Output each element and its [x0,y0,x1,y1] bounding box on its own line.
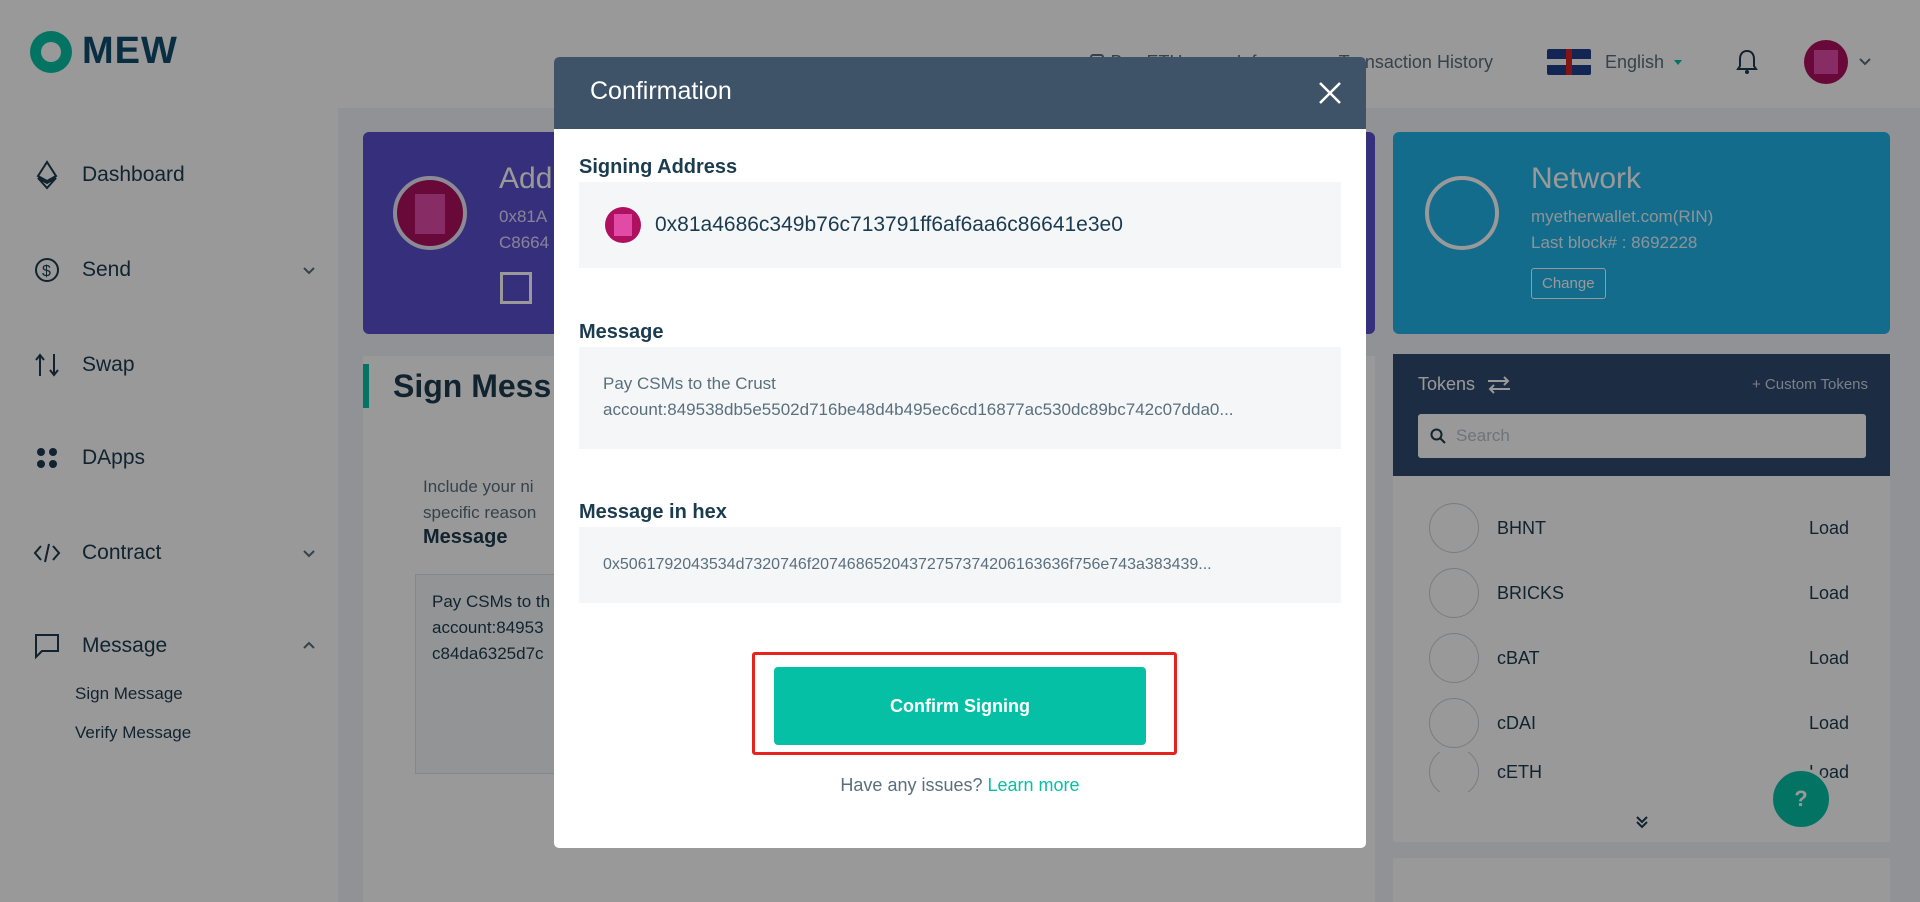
message-hex-label: Message in hex [579,501,727,523]
signing-address-box: 0x81a4686c349b76c713791ff6af6aa6c86641e3… [579,182,1341,268]
message-line-2: account:849538db5e5502d716be48d4b495ec6c… [603,400,1234,419]
signing-address-label: Signing Address [579,156,738,178]
confirm-signing-button[interactable]: Confirm Signing [774,667,1146,745]
modal-title: Confirmation [590,77,732,105]
modal-header: Confirmation [554,57,1366,129]
message-hex-value: 0x5061792043534d7320746f2074686520437275… [603,556,1212,573]
confirmation-modal: Confirmation Signing Address 0x81a4686c3… [554,57,1366,848]
message-box: Pay CSMs to the Crust account:849538db5e… [579,347,1341,449]
message-line-1: Pay CSMs to the Crust [603,374,776,393]
signing-address-value: 0x81a4686c349b76c713791ff6af6aa6c86641e3… [655,213,1123,236]
message-label: Message [579,321,664,343]
learn-more-link[interactable]: Learn more [988,775,1080,795]
issues-text: Have any issues? Learn more [554,775,1366,796]
close-icon[interactable] [1316,79,1344,107]
address-avatar [605,207,641,243]
issues-label: Have any issues? [840,775,983,795]
message-hex-box: 0x5061792043534d7320746f2074686520437275… [579,527,1341,603]
